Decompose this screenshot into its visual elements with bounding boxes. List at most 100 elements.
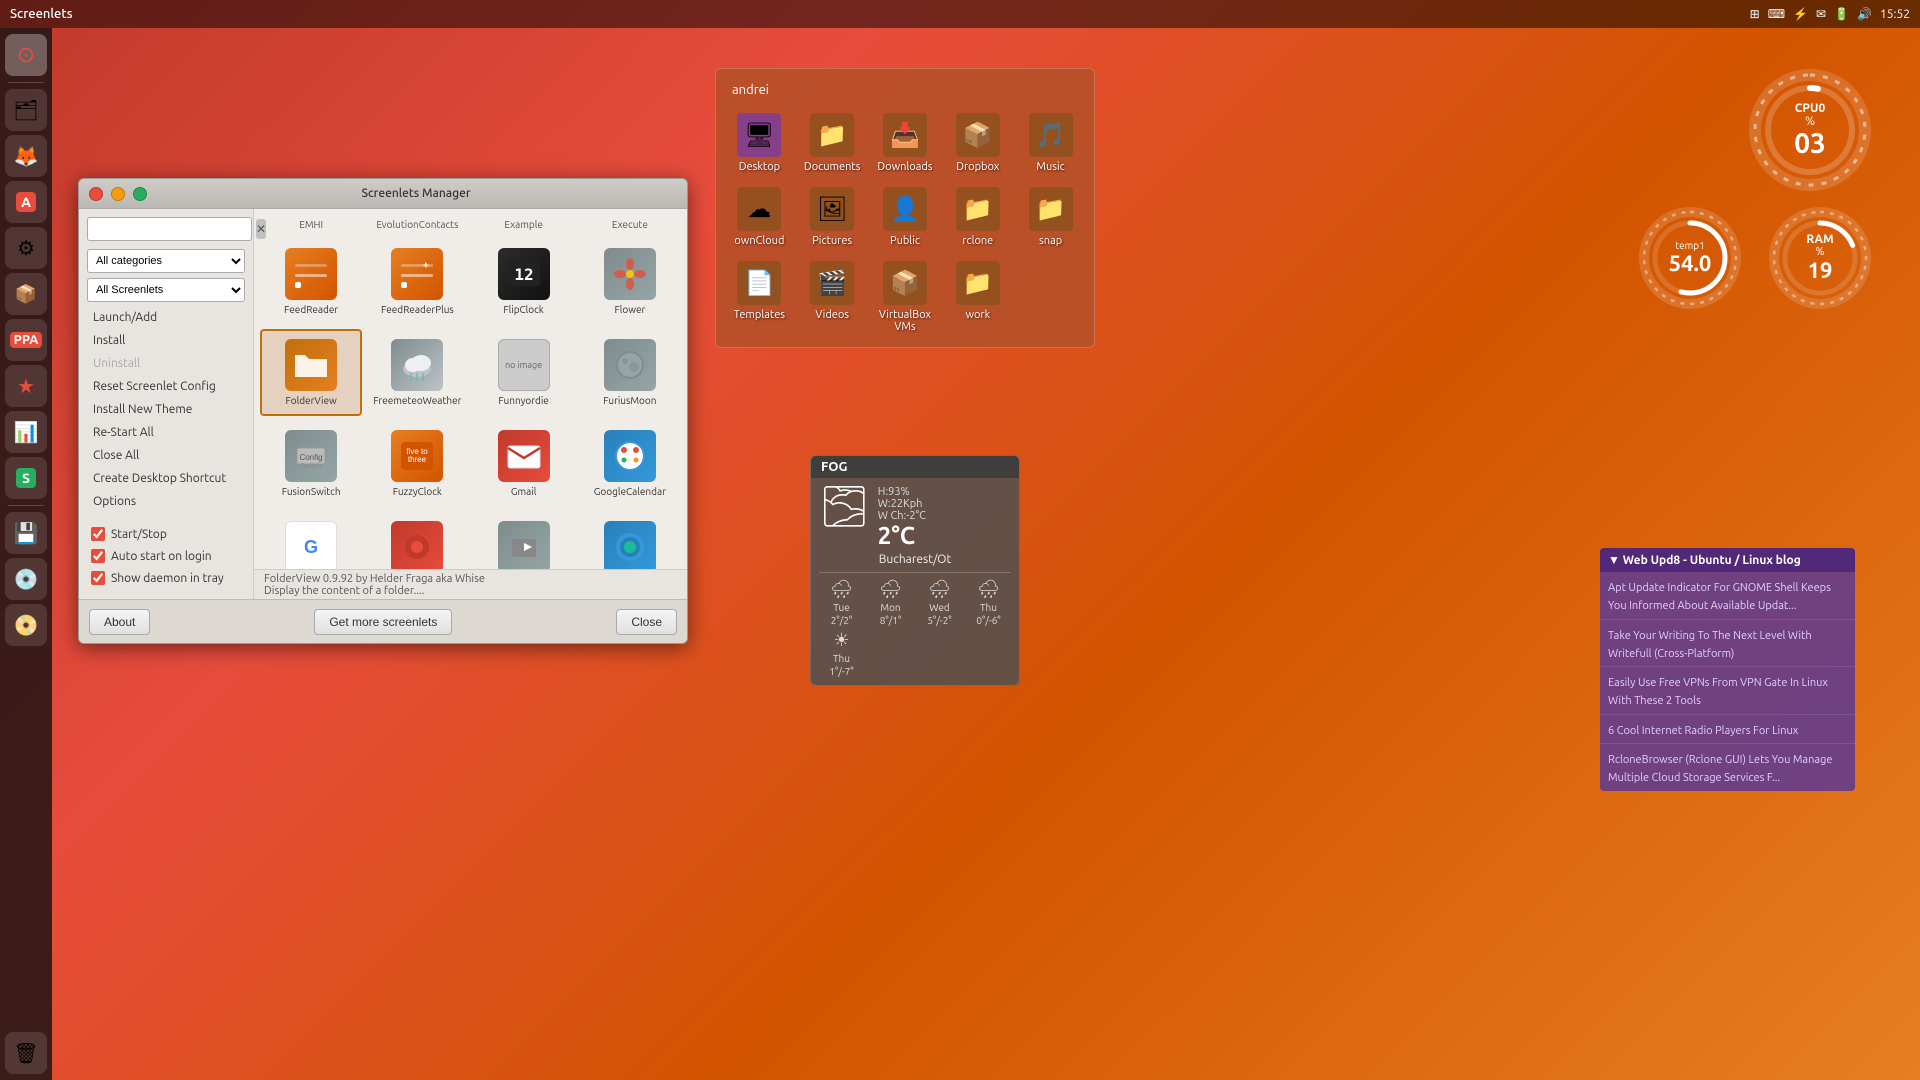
screenlet-fusionswitch-label: FusionSwitch bbox=[282, 486, 341, 497]
checkbox-start-stop-input[interactable] bbox=[91, 527, 105, 541]
fusionswitch-icon: ConfigSwitch bbox=[285, 430, 337, 482]
forecast-tue: 🌧 Tue 2°/2° bbox=[819, 579, 864, 626]
desktop-icon-videos[interactable]: 🎬 Videos bbox=[799, 257, 866, 337]
screenlet-googlesearch[interactable]: G GoogleSearch bbox=[260, 511, 362, 569]
sidebar-item-favorites[interactable]: ★ bbox=[5, 365, 47, 407]
about-button[interactable]: About bbox=[89, 609, 150, 635]
screenlet-flower-label: Flower bbox=[614, 304, 645, 315]
screenlet-fusionswitch[interactable]: ConfigSwitch FusionSwitch bbox=[260, 420, 362, 507]
sidebar-item-trash[interactable]: 🗑 bbox=[5, 1032, 47, 1074]
menu-install[interactable]: Install bbox=[87, 330, 245, 351]
forecast-thu-temp: 1°/-7° bbox=[829, 666, 853, 677]
sidebar-item-ppa[interactable]: PPA bbox=[5, 319, 47, 361]
rss-item-2[interactable]: Easily Use Free VPNs From VPN Gate In Li… bbox=[1600, 667, 1855, 715]
topbar-right: ⊞ ⌨ ⚡ ✉ 🔋 🔊 15:52 bbox=[1750, 7, 1910, 21]
screenlet-feedreader[interactable]: FeedReader bbox=[260, 238, 362, 325]
desktop-icon-dropbox[interactable]: 📦 Dropbox bbox=[944, 109, 1011, 177]
checkbox-show-daemon-input[interactable] bbox=[91, 571, 105, 585]
screenlet-funnyordie[interactable]: no image Funnyordie bbox=[473, 329, 575, 416]
weather-humidity: H:93% bbox=[878, 486, 926, 498]
menu-install-theme[interactable]: Install New Theme bbox=[87, 399, 245, 420]
desktop-icons-grid: 🖥 Desktop 📁 Documents 📥 Downloads 📦 Drop… bbox=[726, 109, 1084, 337]
get-more-screenlets-button[interactable]: Get more screenlets bbox=[314, 609, 452, 635]
desktop-icon-templates[interactable]: 📄 Templates bbox=[726, 257, 793, 337]
desktop-icon-rclone[interactable]: 📁 rclone bbox=[944, 183, 1011, 251]
desktop-icon-work[interactable]: 📁 work bbox=[944, 257, 1011, 337]
desktop-icon-documents[interactable]: 📁 Documents bbox=[799, 109, 866, 177]
sidebar-item-disk1[interactable]: 💾 bbox=[5, 512, 47, 554]
rss-item-3[interactable]: 6 Cool Internet Radio Players For Linux bbox=[1600, 715, 1855, 744]
screenlet-furiusmoon[interactable]: FuriusMoon bbox=[579, 329, 681, 416]
screenlet-fuzzyclock[interactable]: five tothree FuzzyClock bbox=[366, 420, 468, 507]
screenlet-googlecalendar[interactable]: GoogleCalendar bbox=[579, 420, 681, 507]
desktop-icon-public[interactable]: 👤 Public bbox=[872, 183, 939, 251]
menu-launch-add[interactable]: Launch/Add bbox=[87, 307, 245, 328]
desktop-icon-downloads[interactable]: 📥 Downloads bbox=[872, 109, 939, 177]
col-header-emhi: EMHI bbox=[260, 215, 362, 234]
sidebar-item-files[interactable]: 🗂 bbox=[5, 89, 47, 131]
window-maximize-button[interactable] bbox=[133, 187, 147, 201]
svg-text:three: three bbox=[408, 455, 427, 464]
sidebar-item-ubuntu[interactable]: ⊙ bbox=[5, 34, 47, 76]
categories-dropdown[interactable]: All categories Clocks System Weather bbox=[87, 249, 245, 273]
weather-forecast: 🌧 Tue 2°/2° 🌧 Mon 8°/1° 🌧 Wed 5°/-2° 🌧 T… bbox=[819, 572, 1011, 677]
sidebar-item-disk2[interactable]: 💿 bbox=[5, 558, 47, 600]
menu-restart-all[interactable]: Re-Start All bbox=[87, 422, 245, 443]
screenlet-gmail[interactable]: Gmail bbox=[473, 420, 575, 507]
flipclock-icon: 12 bbox=[498, 248, 550, 300]
desktop-icon-owncloud[interactable]: ☁ ownCloud bbox=[726, 183, 793, 251]
menu-separator bbox=[87, 514, 245, 522]
checkbox-autostart[interactable]: Auto start on login bbox=[87, 546, 245, 566]
sidebar-item-software[interactable]: A bbox=[5, 181, 47, 223]
rss-widget: ▼ Web Upd8 - Ubuntu / Linux blog Apt Upd… bbox=[1600, 548, 1855, 791]
menu-options[interactable]: Options bbox=[87, 491, 245, 512]
rss-item-0[interactable]: Apt Update Indicator For GNOME Shell Kee… bbox=[1600, 572, 1855, 620]
screenlets-window: Screenlets Manager ✕ All categories Cloc… bbox=[78, 178, 688, 644]
screenlet-hdrec2[interactable]: HdRec2 bbox=[473, 511, 575, 569]
temp-gauge-label: temp1 bbox=[1675, 240, 1705, 251]
desktop-icon-music[interactable]: 🎵 Music bbox=[1017, 109, 1084, 177]
close-button[interactable]: Close bbox=[616, 609, 677, 635]
menu-create-shortcut[interactable]: Create Desktop Shortcut bbox=[87, 468, 245, 489]
topbar-battery-icon: 🔋 bbox=[1834, 7, 1849, 21]
desktop-icon-snap[interactable]: 📁 snap bbox=[1017, 183, 1084, 251]
feedreaderplus-icon: + bbox=[391, 248, 443, 300]
desktop-icon-pictures[interactable]: 🖼 Pictures bbox=[799, 183, 866, 251]
sidebar-item-monitor[interactable]: 📊 bbox=[5, 411, 47, 453]
rss-item-1[interactable]: Take Your Writing To The Next Level With… bbox=[1600, 620, 1855, 668]
desktop-icon-desktop[interactable]: 🖥 Desktop bbox=[726, 109, 793, 177]
screenlet-hdrec[interactable]: HdRec bbox=[366, 511, 468, 569]
sidebar-item-disk3[interactable]: 📀 bbox=[5, 604, 47, 646]
screenlet-feedreaderplus-label: FeedReaderPlus bbox=[381, 304, 454, 315]
svg-text:Config: Config bbox=[300, 453, 323, 462]
filter-dropdown[interactable]: All Screenlets Running Screenlets bbox=[87, 278, 245, 302]
rss-item-4[interactable]: RcloneBrowser (Rclone GUI) Lets You Mana… bbox=[1600, 744, 1855, 791]
sidebar-item-s[interactable]: S bbox=[5, 457, 47, 499]
files-icon: 🗂 bbox=[13, 98, 38, 122]
screenlet-flower[interactable]: Flower bbox=[579, 238, 681, 325]
screenlet-flipclock[interactable]: 12 FlipClock bbox=[473, 238, 575, 325]
weather-wind: W:22Kph bbox=[878, 498, 926, 510]
screenlet-folderview[interactable]: FolderView bbox=[260, 329, 362, 416]
window-minimize-button[interactable] bbox=[111, 187, 125, 201]
checkbox-start-stop[interactable]: Start/Stop bbox=[87, 524, 245, 544]
desktop-icon-label-templates: Templates bbox=[734, 309, 785, 321]
screenlet-freemeteoweather-label: FreemeteoWeather bbox=[373, 395, 461, 406]
checkbox-autostart-input[interactable] bbox=[91, 549, 105, 563]
s-icon: S bbox=[16, 468, 36, 488]
screenlet-hdrec3[interactable]: HdRec3 bbox=[579, 511, 681, 569]
desktop-icon-virtualboxvms[interactable]: 📦 VirtualBox VMs bbox=[872, 257, 939, 337]
flower-icon bbox=[604, 248, 656, 300]
menu-reset-config[interactable]: Reset Screenlet Config bbox=[87, 376, 245, 397]
menu-close-all[interactable]: Close All bbox=[87, 445, 245, 466]
screenlet-freemeteoweather[interactable]: FreemeteoWeather bbox=[366, 329, 468, 416]
sidebar-item-virtualbox[interactable]: 📦 bbox=[5, 273, 47, 315]
search-input[interactable] bbox=[87, 217, 252, 241]
sidebar-item-firefox[interactable]: 🦊 bbox=[5, 135, 47, 177]
checkbox-show-daemon[interactable]: Show daemon in tray bbox=[87, 568, 245, 588]
forecast-tue-icon: 🌧 bbox=[830, 579, 853, 600]
screenlet-feedreaderplus[interactable]: + FeedReaderPlus bbox=[366, 238, 468, 325]
window-close-button[interactable] bbox=[89, 187, 103, 201]
screenlet-grid: EMHI EvolutionContacts Example Execute F… bbox=[260, 215, 681, 569]
sidebar-item-settings[interactable]: ⚙ bbox=[5, 227, 47, 269]
